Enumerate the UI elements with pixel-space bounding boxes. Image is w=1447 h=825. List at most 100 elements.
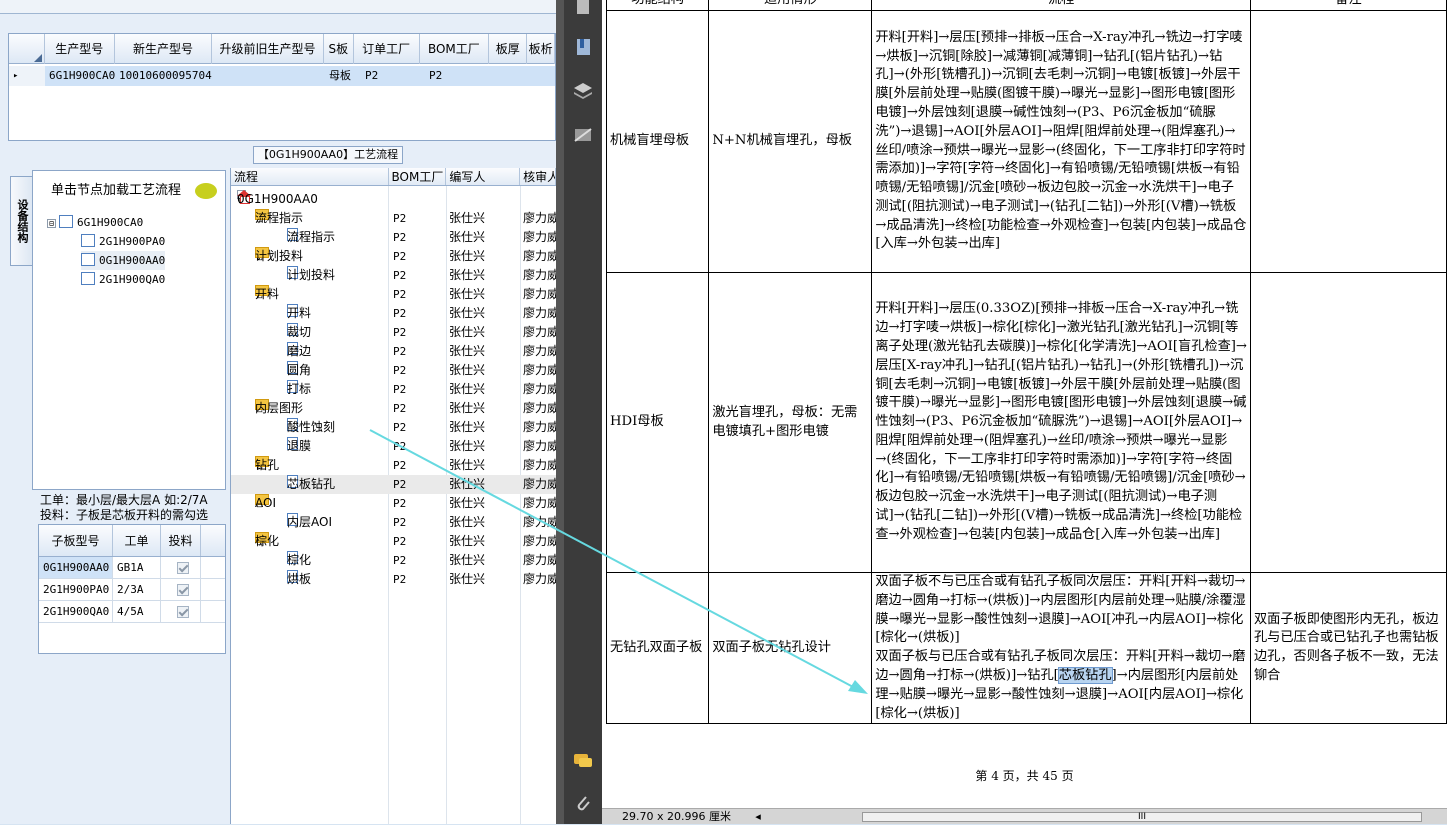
col-header-feed[interactable]: 投料 [161, 525, 201, 556]
flow-row[interactable]: 芯板钻孔 P2 张仕兴 廖力威 [231, 475, 559, 494]
flow-row[interactable]: 内层AOI P2 张仕兴 廖力威 [231, 513, 559, 532]
scroll-left-icon[interactable]: ◂ [752, 809, 764, 825]
flow-factory: P2 [393, 269, 407, 282]
flow-factory: P2 [393, 535, 407, 548]
flow-name: 棕化 [287, 553, 312, 567]
info-text: 工单：最小层/最大层A 如:2/7A 投料：子板是芯板开料的需勾选 [40, 493, 230, 523]
flow-name: 钻孔 [255, 458, 280, 472]
page-footer: 第 4 页，共 45 页 [975, 769, 1074, 783]
cell-function: HDI母板 [605, 272, 710, 573]
flow-factory: P2 [393, 212, 407, 225]
table-row[interactable]: 2G1H900QA0 4/5A [39, 601, 225, 623]
flow-name: AOI [255, 496, 276, 510]
flow-row[interactable]: 棕化 P2 张仕兴 廖力威 [231, 551, 559, 570]
cell-order[interactable]: GB1A [113, 557, 161, 578]
grid-header: 流程 BOM工厂 编写人 核审人 [231, 168, 556, 186]
checkbox[interactable] [177, 584, 189, 596]
cell-function: 无钻孔双面子板 [605, 571, 710, 725]
checkbox[interactable] [177, 606, 189, 618]
flow-row[interactable]: ⊟AOIP2张仕兴廖力威 [231, 494, 560, 513]
node-panel-header: 单击节点加载工艺流程 [33, 171, 225, 211]
splitter[interactable] [556, 0, 564, 824]
flow-reviewer: 廖力威 [523, 458, 560, 472]
horizontal-scrollbar[interactable]: III [862, 812, 1422, 822]
flow-row[interactable]: 开料 P2 张仕兴 廖力威 [231, 304, 559, 323]
col-header-flow[interactable]: 流程 [231, 168, 389, 185]
col-header-new-model[interactable]: 新生产型号 [115, 34, 213, 64]
flow-row[interactable]: 流程指示 P2 张仕兴 廖力威 [231, 228, 559, 247]
col-header: 备注 [1249, 0, 1447, 11]
col-header-order[interactable]: 工单 [113, 525, 161, 556]
col-header-writer[interactable]: 编写人 [446, 168, 521, 185]
node-panel: 单击节点加载工艺流程 ⊟ 6G1H900CA0 2G1H900PA0 0G1H90… [32, 170, 226, 490]
flow-row[interactable]: 裁切 P2 张仕兴 廖力威 [231, 323, 559, 342]
production-model-grid[interactable]: 生产型号 新生产型号 升级前旧生产型号 S板 订单工厂 BOM工厂 板厚 板析 … [8, 33, 556, 141]
tree-node-root[interactable]: ⊟ 6G1H900CA0 [47, 213, 143, 232]
collapse-icon[interactable]: ⊟ [47, 219, 56, 228]
top-toolbar [0, 0, 556, 14]
highlighted-text[interactable]: 芯板钻孔 [1057, 666, 1113, 684]
flow-row[interactable]: ⊟棕化P2张仕兴廖力威 [231, 532, 559, 551]
col-header: 流程 [871, 0, 1251, 11]
flow-row[interactable]: 圆角 P2 张仕兴 廖力威 [231, 361, 559, 380]
flow-row[interactable]: 酸性蚀刻 P2 张仕兴 廖力威 [231, 418, 559, 437]
flow-row[interactable]: 计划投料 P2 张仕兴 廖力威 [231, 266, 559, 285]
col-header-extra[interactable]: 板析 [527, 34, 556, 64]
table-row[interactable]: ▸ 6G1H900CA0 10010600095704 母板 P2 P2 [9, 66, 555, 86]
col-header-old-model[interactable]: 升级前旧生产型号 [212, 34, 324, 64]
flow-reviewer: 廖力威 [523, 496, 560, 510]
feed-cell[interactable] [161, 579, 201, 600]
table-row[interactable]: 0G1H900AA0 GB1A [39, 557, 225, 579]
flow-row[interactable]: 打标 P2 张仕兴 廖力威 [231, 380, 559, 399]
scroll-grip[interactable]: III [1138, 812, 1146, 822]
node-panel-title: 单击节点加载工艺流程 [51, 183, 182, 198]
board-icon [81, 234, 95, 247]
checkbox[interactable] [177, 562, 189, 574]
flow-row[interactable]: ⊟开料P2张仕兴廖力威 [231, 285, 559, 304]
layers-icon[interactable] [572, 80, 594, 102]
flow-row[interactable]: 烘板 P2 张仕兴 廖力威 [231, 570, 559, 589]
bookmarks-icon[interactable] [572, 36, 594, 58]
flow-row[interactable]: 磨边 P2 张仕兴 廖力威 [231, 342, 560, 361]
tree-node-child-selected[interactable]: 0G1H900AA0 [81, 251, 166, 270]
cell-bom-factory: P2 [429, 69, 443, 82]
side-tab-structure[interactable]: 设备结构 [10, 176, 32, 266]
signatures-icon[interactable] [572, 124, 594, 146]
flow-row[interactable]: ⊟钻孔P2张仕兴廖力威 [231, 456, 560, 475]
page-thumbnails-icon[interactable] [572, 0, 594, 18]
col-header-s-board[interactable]: S板 [324, 34, 354, 64]
col-header-bom-factory[interactable]: BOM工厂 [389, 168, 447, 185]
board-icon [81, 272, 95, 285]
process-app-window: 生产型号 新生产型号 升级前旧生产型号 S板 订单工厂 BOM工厂 板厚 板析 … [0, 0, 560, 824]
flow-row[interactable]: ⊟内层图形P2张仕兴廖力威 [231, 399, 559, 418]
tree-node-child[interactable]: 2G1H900PA0 [81, 232, 165, 251]
feed-cell[interactable] [161, 557, 201, 578]
col-header-thickness[interactable]: 板厚 [489, 34, 528, 64]
flow-tree-grid[interactable]: 流程 BOM工厂 编写人 核审人 ⊟0G1H900AA0⊟流程指示P2张仕兴廖力… [230, 168, 560, 824]
cell-order[interactable]: 4/5A [113, 601, 161, 622]
cell-order[interactable]: 2/3A [113, 579, 161, 600]
flow-row[interactable]: ⊟流程指示P2张仕兴廖力威 [231, 209, 559, 228]
flow-name: 开料 [287, 306, 312, 320]
flow-writer: 张仕兴 [449, 211, 486, 225]
col-header-sub-model[interactable]: 子板型号 [39, 525, 113, 556]
flow-factory: P2 [393, 421, 407, 434]
attachments-icon[interactable] [572, 792, 594, 814]
col-header-model[interactable]: 生产型号 [45, 34, 115, 64]
feed-cell[interactable] [161, 601, 201, 622]
tree-node-child[interactable]: 2G1H900QA0 [81, 270, 165, 289]
flow-row[interactable]: ⊟ 0G1H900AA0 [231, 190, 557, 209]
flow-row[interactable]: 退膜 P2 张仕兴 廖力威 [231, 437, 559, 456]
col-header-reviewer[interactable]: 核审人 [520, 168, 556, 185]
flow-factory: P2 [393, 288, 407, 301]
col-header-order-factory[interactable]: 订单工厂 [354, 34, 420, 64]
table-row[interactable]: 2G1H900PA0 2/3A [39, 579, 225, 601]
flow-name: 0G1H900AA0 [237, 192, 318, 206]
sub-board-grid[interactable]: 子板型号 工单 投料 0G1H900AA0 GB1A 2G1H900PA0 2/3A… [38, 524, 226, 654]
flow-writer: 张仕兴 [449, 306, 486, 320]
comments-icon[interactable] [572, 750, 594, 772]
flow-reviewer: 廖力威 [523, 344, 560, 358]
col-header-bom-factory[interactable]: BOM工厂 [420, 34, 490, 64]
flow-row[interactable]: ⊟计划投料P2张仕兴廖力威 [231, 247, 559, 266]
page-size-label: 29.70 x 20.996 厘米 [622, 810, 731, 823]
